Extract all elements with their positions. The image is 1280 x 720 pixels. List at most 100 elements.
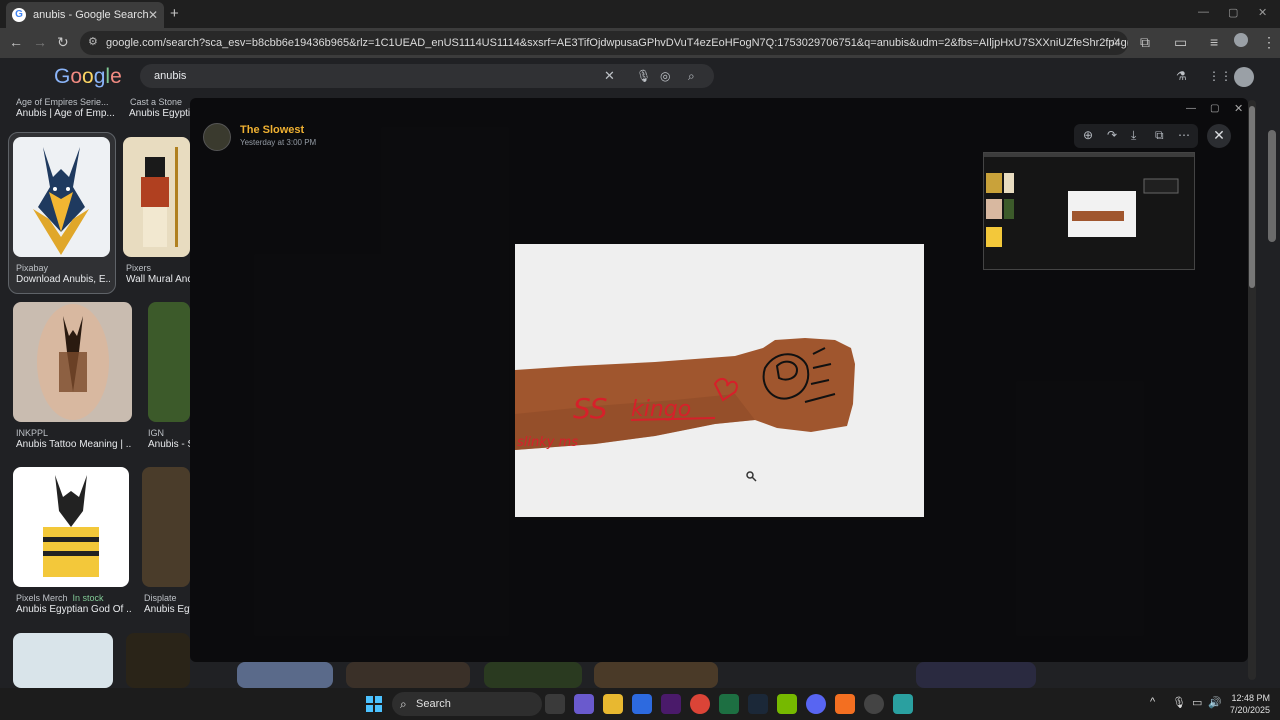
result-image-bottom-6[interactable]	[594, 662, 718, 688]
viewer-main-image[interactable]: SS kingo slinky ms	[515, 244, 924, 517]
rotate-icon[interactable]: ↷	[1107, 128, 1117, 142]
result-image-bottom-3[interactable]	[237, 662, 333, 688]
search-icon[interactable]: ⌕	[688, 69, 695, 84]
apps-grid-icon[interactable]: ⋮⋮	[1208, 69, 1232, 83]
site-info-icon[interactable]: ⚙	[88, 35, 98, 48]
result-title[interactable]: Anubis Egy...	[144, 604, 190, 615]
discord-icon[interactable]	[806, 694, 826, 714]
volume-icon[interactable]: 🔊	[1208, 696, 1222, 709]
result-image-tattoo[interactable]	[13, 302, 132, 422]
minimize-icon[interactable]: —	[1198, 6, 1209, 18]
drawn-text-signature: slinky ms	[517, 435, 578, 450]
extensions-icon[interactable]: ⧉	[1140, 34, 1150, 51]
store-icon[interactable]	[632, 694, 652, 714]
bookmark-star-icon[interactable]: ☆	[1109, 35, 1120, 49]
app-icon[interactable]	[835, 694, 855, 714]
result-source: Cast a Stone	[130, 97, 183, 107]
next-app-icon[interactable]	[661, 694, 681, 714]
result-source: Displate	[144, 593, 177, 603]
result-title[interactable]: Download Anubis, E...	[16, 274, 110, 285]
cast-icon[interactable]: ▭	[1174, 34, 1187, 51]
message-author[interactable]: The Slowest	[240, 124, 304, 136]
result-image-bottom-7[interactable]	[916, 662, 1036, 688]
result-title[interactable]: Anubis - S...	[148, 439, 190, 450]
viewer-window-close-icon[interactable]: ✕	[1234, 102, 1243, 115]
result-source: Pixels Merch In stock	[16, 593, 132, 603]
excel-icon[interactable]	[719, 694, 739, 714]
google-logo[interactable]: Google	[54, 65, 122, 89]
viewer-close-button[interactable]: ✕	[1207, 124, 1231, 148]
viewer-maximize-icon[interactable]: ▢	[1210, 103, 1219, 114]
search-input[interactable]: anubis	[140, 64, 714, 88]
forward-icon[interactable]: →	[33, 34, 47, 50]
clock-date: 7/20/2025	[1229, 705, 1270, 715]
mic-icon[interactable]: 🎙	[1172, 696, 1186, 709]
open-external-icon[interactable]: ⧉	[1155, 128, 1164, 143]
result-source: IGN	[148, 428, 165, 438]
voice-search-icon[interactable]: 🎙	[636, 69, 651, 83]
result-title[interactable]: Anubis | Age of Emp...	[16, 108, 122, 119]
logo-letter: o	[70, 65, 83, 88]
download-icon[interactable]: ⤓	[1131, 128, 1136, 143]
nvidia-icon[interactable]	[777, 694, 797, 714]
result-image-bottom-4[interactable]	[346, 662, 470, 688]
result-image-bottom-5[interactable]	[484, 662, 582, 688]
result-image-merch[interactable]	[13, 467, 129, 587]
preview-thumbnail[interactable]	[983, 152, 1195, 270]
clear-search-icon[interactable]: ✕	[604, 68, 615, 84]
obs-icon[interactable]	[864, 694, 884, 714]
viewer-toolbar: ⊕ ↷ ⤓ ⧉ ⋯	[1074, 124, 1198, 148]
browser-tab[interactable]: G anubis - Google Search ✕	[6, 2, 164, 28]
taskbar-search[interactable]: ⌕ Search	[392, 692, 542, 716]
network-icon[interactable]: ▭	[1192, 696, 1202, 709]
result-image-anubis-figure[interactable]	[123, 137, 190, 257]
more-options-icon[interactable]: ⋯	[1178, 128, 1190, 142]
address-bar[interactable]: ⚙ google.com/search?sca_esv=b8cbb6e19436…	[80, 31, 1128, 55]
steam-icon[interactable]	[748, 694, 768, 714]
account-avatar[interactable]	[1234, 67, 1254, 87]
logo-letter: e	[110, 65, 122, 88]
result-title[interactable]: Anubis Tattoo Meaning | ...	[16, 439, 132, 450]
lens-icon[interactable]: ◎	[660, 69, 670, 83]
result-image-bottom-1[interactable]	[13, 633, 113, 688]
result-image-displate[interactable]	[142, 467, 190, 587]
clock-time: 12:48 PM	[1231, 693, 1270, 703]
labs-icon[interactable]: ⚗	[1176, 69, 1187, 83]
file-explorer-icon[interactable]	[603, 694, 623, 714]
result-source: Pixabay	[16, 263, 49, 273]
taskbar-search-label: Search	[416, 698, 451, 710]
result-image-ign[interactable]	[148, 302, 190, 422]
chrome-icon[interactable]	[690, 694, 710, 714]
drawn-text-ss: SS	[573, 392, 608, 425]
windows-start-icon[interactable]	[364, 694, 384, 714]
reading-list-icon[interactable]: ≡	[1210, 34, 1218, 50]
reload-icon[interactable]: ↻	[57, 34, 69, 51]
zoom-icon[interactable]: ⊕	[1083, 128, 1093, 142]
window-close-icon[interactable]: ✕	[1258, 6, 1267, 19]
result-image-anubis-head[interactable]	[13, 137, 110, 257]
tray-chevron-icon[interactable]: ^	[1150, 696, 1155, 708]
result-title[interactable]: Anubis Egyptian God Of ...	[16, 604, 132, 615]
search-query: anubis	[154, 70, 187, 82]
notepad-icon[interactable]	[893, 694, 913, 714]
page-scrollbar[interactable]	[1249, 106, 1255, 288]
tab-close-icon[interactable]: ✕	[148, 8, 158, 22]
back-icon[interactable]: ←	[9, 34, 23, 50]
profile-avatar-icon[interactable]	[1234, 33, 1248, 47]
result-title[interactable]: Anubis Egypti...	[129, 108, 190, 119]
result-source: Age of Empires Serie...	[16, 97, 109, 107]
task-view-icon[interactable]	[545, 694, 565, 714]
taskbar-search-icon: ⌕	[400, 697, 407, 711]
maximize-icon[interactable]: ▢	[1228, 6, 1238, 19]
result-source: Pixers	[126, 263, 152, 273]
viewer-minimize-icon[interactable]: —	[1186, 103, 1196, 114]
result-title[interactable]: Wall Mural Anc...	[126, 274, 190, 285]
copilot-icon[interactable]	[574, 694, 594, 714]
new-tab-button[interactable]: +	[170, 5, 179, 22]
menu-icon[interactable]: ⋮	[1262, 34, 1276, 51]
message-timestamp: Yesterday at 3:00 PM	[240, 138, 317, 147]
user-avatar[interactable]	[203, 123, 231, 151]
system-clock[interactable]: 12:48 PM 7/20/2025	[1226, 692, 1270, 716]
outer-scrollbar[interactable]	[1268, 130, 1276, 242]
result-image-bottom-2[interactable]	[126, 633, 190, 688]
